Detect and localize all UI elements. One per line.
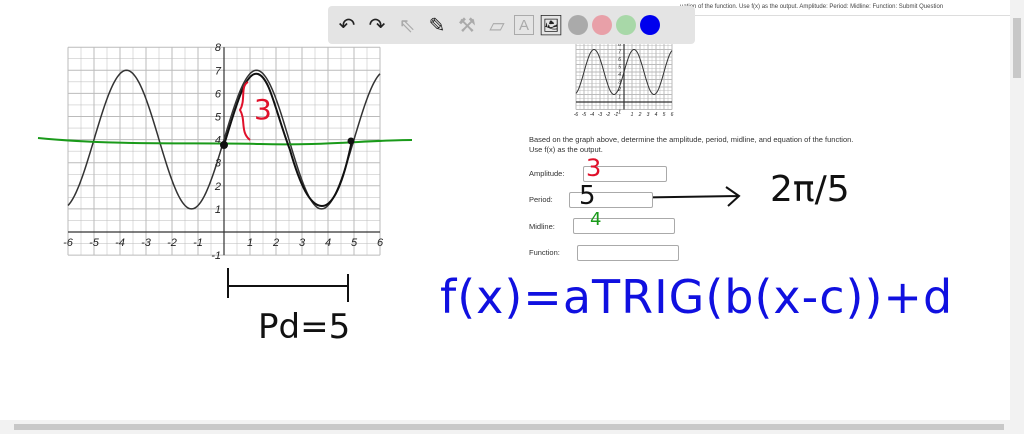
pointer-icon[interactable]: ⇖ [394,12,420,38]
mini-graph: -6 -5 -4 -3 -2 -1 1 2 3 4 5 687654321-1 [574,41,741,207]
color-lightgreen[interactable] [616,15,636,35]
y-tick-label: -1 [617,110,622,116]
amplitude-label: Amplitude: [529,169,565,178]
period-label: Period: [529,195,553,204]
x-tick-label: -5 [582,112,587,118]
midline-label: Midline: [529,222,555,231]
x-tick-label: -4 [590,112,595,118]
x-tick-label: 5 [663,112,666,118]
amplitude-annotation: 3 [586,154,602,182]
eraser-icon[interactable]: ▱ [484,12,510,38]
drawing-toolbar: ↶ ↷ ⇖ ✎ ⚒ ▱ A 🖼 [328,6,695,44]
image-icon[interactable]: 🖼 [538,12,564,38]
x-tick-label: 2 [638,112,642,118]
pen-icon[interactable]: ✎ [424,12,450,38]
x-tick-label: -6 [574,112,579,118]
x-tick-label: -2 [606,112,611,118]
x-tick-label: 4 [655,112,658,118]
y-tick-label: 3 [618,80,621,86]
function-label: Function: [529,248,560,257]
color-gray[interactable] [568,15,588,35]
period-length-annotation: Pd=5 [258,307,351,347]
redo-icon[interactable]: ↷ [364,12,390,38]
question-text: Based on the graph above, determine the … [529,135,854,144]
formula-annotation: f(x)=aTRIG(b(x-c))+d [440,270,954,324]
undo-icon[interactable]: ↶ [334,12,360,38]
y-tick-label: 4 [618,72,621,78]
b-value-annotation: 2π/5 [770,169,850,210]
question-text-2: Use f(x) as the output. [529,145,603,154]
midline-input[interactable] [573,218,675,234]
function-input[interactable] [577,245,679,261]
midline-annotation: 4 [590,209,602,230]
y-tick-label: 2 [617,87,621,93]
y-tick-label: 1 [618,95,621,101]
x-tick-label: -3 [598,112,603,118]
period-annotation: 5 [579,181,596,211]
tools-icon[interactable]: ⚒ [454,12,480,38]
y-tick-label: 5 [618,65,621,71]
x-tick-label: 3 [647,112,650,118]
y-tick-label: 7 [618,50,621,56]
color-pink[interactable] [592,15,612,35]
x-tick-label: 1 [631,112,634,118]
x-tick-label: 6 [671,112,674,118]
text-icon[interactable]: A [514,15,534,35]
y-tick-label: 6 [618,57,621,63]
horizontal-scrollbar[interactable] [0,420,1024,434]
color-blue[interactable] [640,15,660,35]
brace-annotation: 3 [254,93,272,126]
